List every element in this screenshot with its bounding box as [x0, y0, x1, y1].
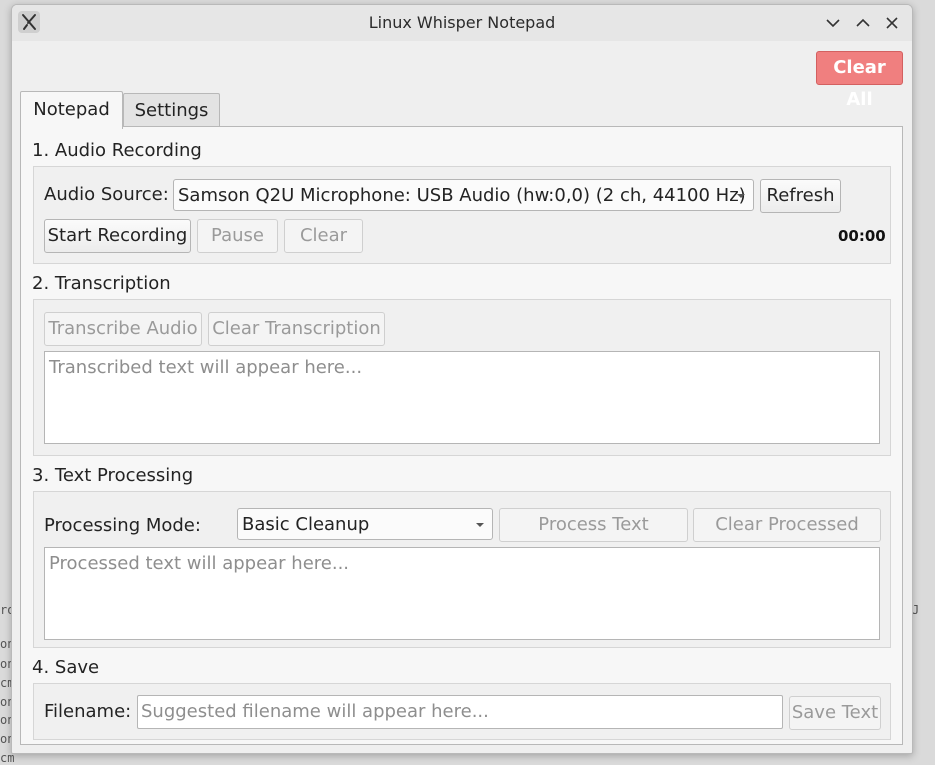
maximize-button[interactable] — [852, 12, 874, 34]
window-title: Linux Whisper Notepad — [368, 13, 556, 32]
audio-source-select[interactable]: Samson Q2U Microphone: USB Audio (hw:0,0… — [173, 179, 754, 211]
title-bar[interactable]: Linux Whisper Notepad — [12, 5, 912, 41]
clear-processed-button[interactable]: Clear Processed — [693, 508, 881, 542]
chevron-down-icon — [822, 12, 844, 34]
recording-group: Audio Source: Samson Q2U Microphone: USB… — [33, 166, 891, 264]
app-window: Linux Whisper Notepad Clear All Notepad … — [11, 4, 913, 754]
minimize-button[interactable] — [822, 12, 844, 34]
filename-label: Filename: — [44, 701, 132, 722]
save-group: Filename: Suggested filename will appear… — [33, 683, 891, 740]
processing-group: Processing Mode: Basic Cleanup Process T… — [33, 491, 891, 648]
clear-recording-button[interactable]: Clear — [284, 219, 363, 253]
dropdown-arrow-icon — [737, 194, 745, 198]
pause-button[interactable]: Pause — [197, 219, 278, 253]
transcribe-audio-button[interactable]: Transcribe Audio — [44, 312, 202, 346]
refresh-button[interactable]: Refresh — [760, 179, 841, 213]
notepad-panel: 1. Audio Recording Audio Source: Samson … — [20, 126, 903, 745]
audio-source-label: Audio Source: — [44, 184, 169, 205]
section-title-save: 4. Save — [32, 657, 100, 678]
close-button[interactable] — [881, 12, 903, 34]
chevron-up-icon — [852, 12, 874, 34]
audio-source-value: Samson Q2U Microphone: USB Audio (hw:0,0… — [178, 185, 746, 206]
transcription-textarea[interactable]: Transcribed text will appear here... — [44, 351, 880, 444]
terminal-glyph: J — [912, 603, 920, 617]
filename-input[interactable]: Suggested filename will appear here... — [137, 695, 783, 729]
transcription-group: Transcribe Audio Clear Transcription Tra… — [33, 299, 891, 456]
clear-transcription-button[interactable]: Clear Transcription — [208, 312, 385, 346]
start-recording-button[interactable]: Start Recording — [44, 219, 191, 253]
section-title-processing: 3. Text Processing — [32, 465, 194, 486]
close-icon — [881, 12, 903, 34]
processed-textarea[interactable]: Processed text will appear here... — [44, 547, 880, 640]
section-title-recording: 1. Audio Recording — [32, 140, 202, 161]
processing-mode-select[interactable]: Basic Cleanup — [237, 508, 493, 540]
recording-timer: 00:00 — [838, 227, 886, 245]
dropdown-arrow-icon — [476, 523, 484, 527]
processing-mode-label: Processing Mode: — [44, 515, 201, 536]
process-text-button[interactable]: Process Text — [499, 508, 688, 542]
tab-settings[interactable]: Settings — [123, 93, 220, 128]
section-title-transcription: 2. Transcription — [32, 273, 171, 294]
clear-all-button[interactable]: Clear All — [816, 51, 903, 110]
tab-notepad[interactable]: Notepad — [20, 91, 123, 129]
processing-mode-value: Basic Cleanup — [242, 514, 370, 535]
save-text-button[interactable]: Save Text — [789, 696, 881, 730]
